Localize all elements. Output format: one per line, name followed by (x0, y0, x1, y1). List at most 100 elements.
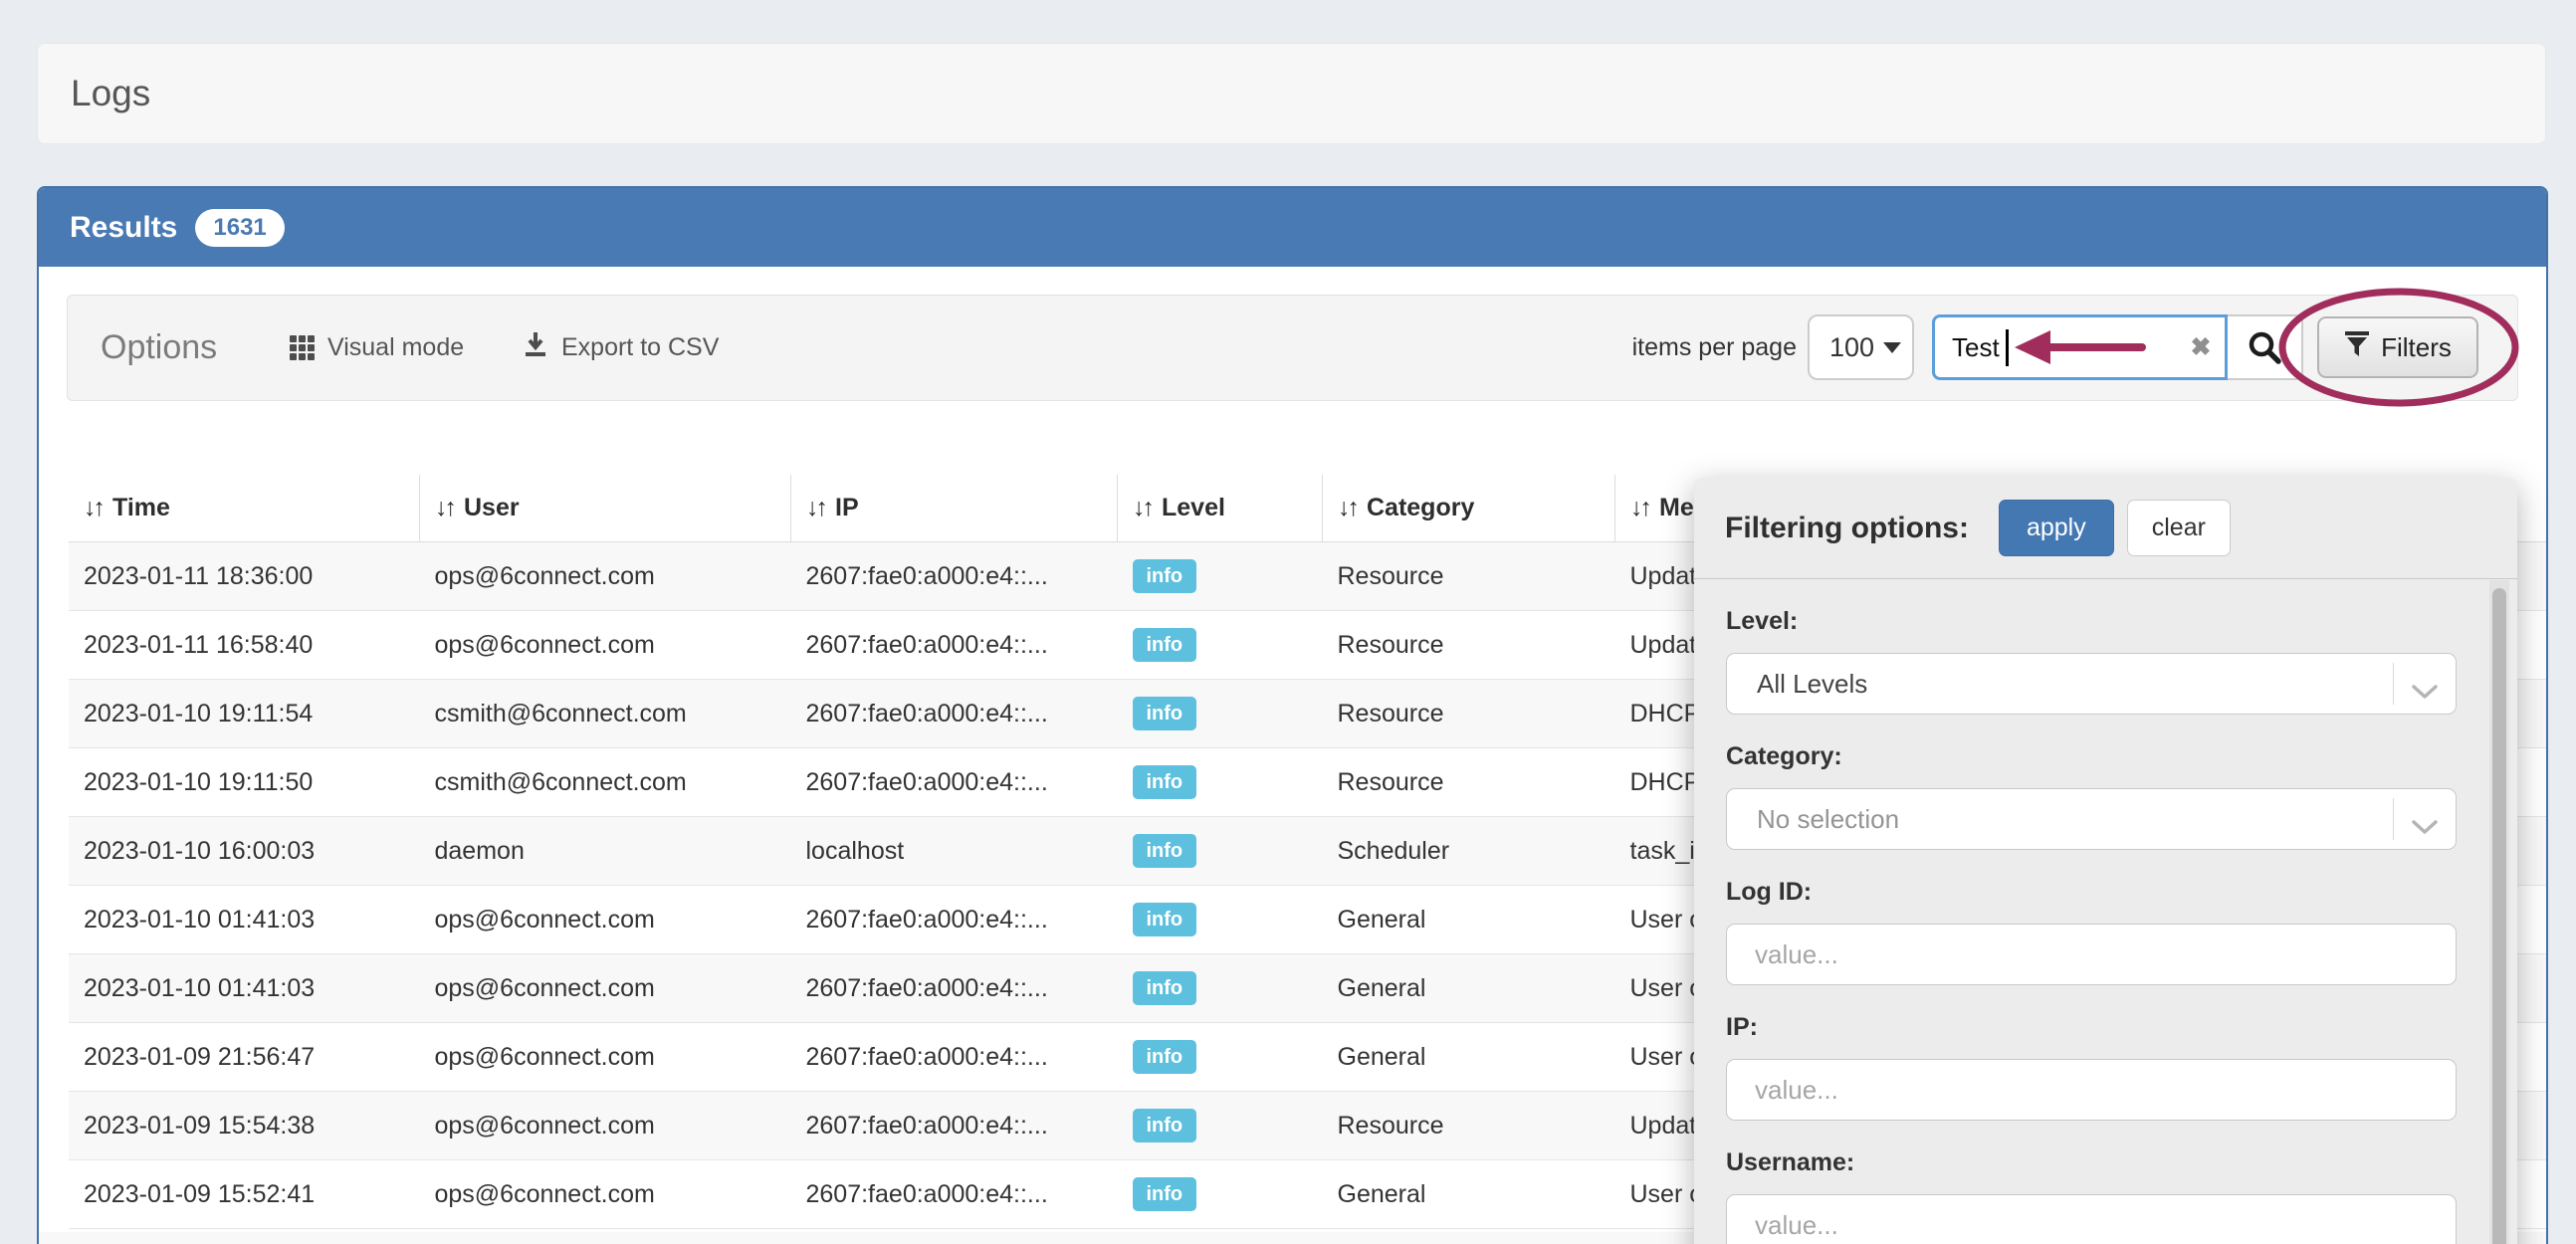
page-header-card: Logs (37, 43, 2546, 144)
category-cell: Resource (1323, 542, 1615, 611)
clear-search-icon[interactable]: ✖ (2176, 314, 2226, 380)
category-cell: General (1323, 1023, 1615, 1092)
ip-cell: 2607:fae0:a000:e4::... (791, 954, 1118, 1023)
ip-label: IP: (1726, 1013, 2517, 1043)
apply-button[interactable]: apply (1999, 500, 2114, 556)
category-cell: Resource (1323, 748, 1615, 817)
clear-button[interactable]: clear (2127, 500, 2231, 556)
column-header-category[interactable]: ↓↑Category (1323, 475, 1615, 542)
time-cell: 2023-01-11 18:36:00 (69, 542, 420, 611)
download-icon (523, 331, 548, 364)
ip-cell: 2607:fae0:a000:e4::... (791, 886, 1118, 954)
logs-page: Logs Results 1631 Options Visual mode Ex… (0, 0, 2576, 1244)
level-select[interactable]: All Levels (1726, 653, 2457, 715)
sort-icon: ↓↑ (1338, 494, 1357, 521)
user-cell: ops@6connect.com (420, 1160, 791, 1229)
visual-mode-label: Visual mode (327, 333, 464, 362)
items-per-page-select[interactable]: 100 (1808, 314, 1914, 380)
chevron-down-icon (2411, 812, 2439, 843)
level-cell: info (1118, 542, 1323, 611)
column-header-time[interactable]: ↓↑ Time (69, 475, 420, 542)
username-label: Username: (1726, 1148, 2517, 1178)
time-cell: 2023-01-10 01:41:03 (69, 954, 420, 1023)
time-cell: 2023-01-11 16:58:40 (69, 611, 420, 680)
category-select[interactable]: No selection (1726, 788, 2457, 850)
level-badge: info (1133, 1109, 1197, 1142)
ip-cell: 2607:fae0:a000:e4::... (791, 1160, 1118, 1229)
level-cell: info (1118, 1023, 1323, 1092)
chevron-down-icon (2411, 677, 2439, 708)
grid-icon (290, 335, 315, 360)
search-button[interactable] (2228, 314, 2303, 380)
items-per-page-label: items per page (1498, 296, 1797, 400)
export-csv-button[interactable]: Export to CSV (523, 296, 719, 400)
level-badge: info (1133, 1040, 1197, 1074)
category-cell: General (1323, 954, 1615, 1023)
options-toolbar: Options Visual mode Export to CSV items … (67, 295, 2518, 401)
sort-icon: ↓↑ (84, 494, 103, 521)
filter-panel-header: Filtering options: apply clear (1694, 478, 2517, 579)
search-icon (2246, 328, 2283, 366)
level-badge: info (1133, 628, 1197, 662)
category-cell: General (1323, 886, 1615, 954)
username-input[interactable] (1726, 1194, 2457, 1244)
filter-panel-body: Level: All Levels Category: No selection (1694, 607, 2517, 1244)
column-header-user[interactable]: ↓↑User (420, 475, 791, 542)
time-cell: 2023-01-09 21:56:47 (69, 1023, 420, 1092)
select-divider (2393, 663, 2394, 705)
user-cell: daemon (420, 817, 791, 886)
items-per-page-value: 100 (1829, 332, 1874, 363)
column-header-label: Level (1162, 494, 1225, 521)
select-divider (2393, 798, 2394, 840)
level-badge: info (1133, 559, 1197, 593)
user-cell: ops@6connect.com (420, 954, 791, 1023)
user-cell: ops@6connect.com (420, 1092, 791, 1160)
log-id-label: Log ID: (1726, 878, 2517, 908)
log-id-input[interactable] (1726, 924, 2457, 985)
text-cursor (2006, 329, 2009, 366)
time-cell: 2023-01-10 19:11:54 (69, 680, 420, 748)
category-cell: General (1323, 1160, 1615, 1229)
column-header-label: IP (835, 494, 859, 521)
user-cell: csmith@6connect.com (420, 748, 791, 817)
ip-cell: 2607:fae0:a000:e4::... (791, 680, 1118, 748)
caret-down-icon (1883, 342, 1901, 353)
category-cell: Resource (1323, 680, 1615, 748)
results-count-badge: 1631 (195, 209, 284, 247)
user-cell: ops@6connect.com (420, 886, 791, 954)
level-badge: info (1133, 1177, 1197, 1211)
time-cell: 2023-01-10 19:11:50 (69, 748, 420, 817)
results-title: Results (70, 211, 177, 245)
export-csv-label: Export to CSV (561, 333, 719, 362)
level-badge: info (1133, 697, 1197, 730)
level-select-value: All Levels (1757, 669, 1867, 700)
time-cell: 2023-01-10 16:00:03 (69, 817, 420, 886)
ip-input[interactable] (1726, 1059, 2457, 1121)
user-cell: ops@6connect.com (420, 611, 791, 680)
level-cell: info (1118, 886, 1323, 954)
filters-button[interactable]: Filters (2317, 316, 2478, 378)
sort-icon: ↓↑ (1133, 494, 1152, 521)
filter-panel: Filtering options: apply clear Level: Al… (1694, 478, 2517, 1244)
user-cell: ops@6connect.com (420, 542, 791, 611)
category-select-value: No selection (1757, 804, 1899, 835)
sort-icon: ↓↑ (1630, 494, 1649, 521)
category-cell: Resource (1323, 611, 1615, 680)
column-header-level[interactable]: ↓↑ Level (1118, 475, 1323, 542)
level-cell: info (1118, 817, 1323, 886)
visual-mode-button[interactable]: Visual mode (290, 296, 464, 400)
page-title: Logs (71, 73, 150, 114)
user-cell: csmith@6connect.com (420, 680, 791, 748)
column-header-ip[interactable]: ↓↑IP (791, 475, 1118, 542)
ip-cell: 2607:fae0:a000:e4::... (791, 611, 1118, 680)
level-badge: info (1133, 971, 1197, 1005)
time-cell: 2023-01-09 15:52:41 (69, 1160, 420, 1229)
results-panel-header: Results 1631 (39, 188, 2546, 267)
scrollbar-thumb[interactable] (2492, 588, 2506, 1244)
ip-cell: 2607:fae0:a000:e4::... (791, 1092, 1118, 1160)
level-badge: info (1133, 765, 1197, 799)
column-header-label: Time (112, 494, 170, 521)
level-badge: info (1133, 903, 1197, 936)
level-cell: info (1118, 748, 1323, 817)
level-cell: info (1118, 680, 1323, 748)
